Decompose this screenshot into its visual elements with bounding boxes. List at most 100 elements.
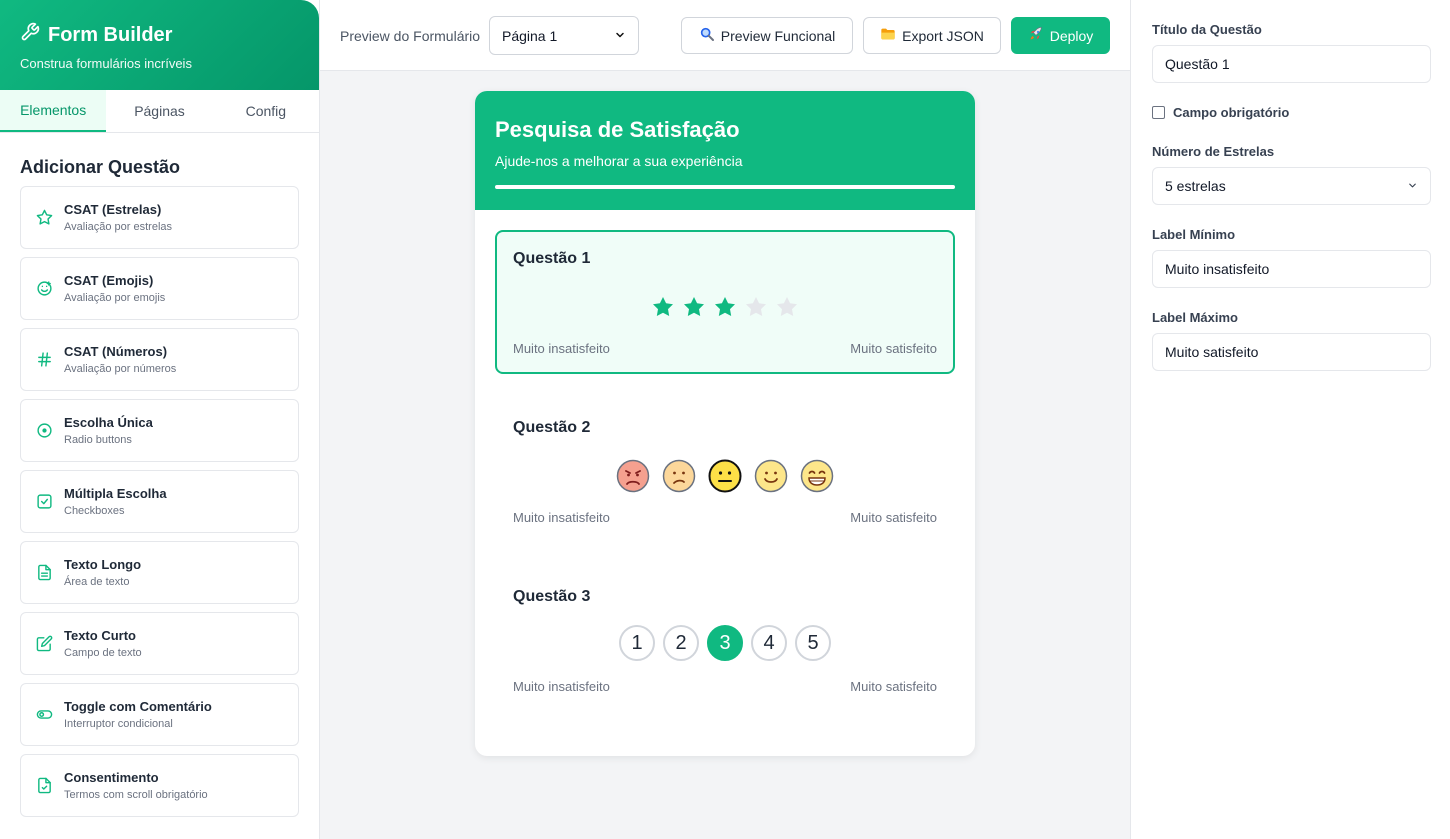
page-select-value: Página 1 (502, 27, 558, 44)
brand-title-text: Form Builder (48, 23, 173, 46)
export-json-button[interactable]: Export JSON (863, 17, 1001, 54)
element-name: Múltipla Escolha (64, 486, 167, 501)
magnifier-icon (699, 26, 715, 45)
preview-button[interactable]: Preview Funcional (681, 17, 853, 54)
happy-emoji-icon[interactable] (754, 459, 788, 493)
question-title: Questão 3 (513, 588, 591, 605)
element-consent[interactable]: Consentimento Termos com scroll obrigatór… (20, 754, 299, 817)
element-desc: Radio buttons (64, 434, 132, 446)
question-title: Questão 1 (513, 250, 591, 267)
number-option-2[interactable]: 2 (663, 625, 699, 661)
toggle-icon (35, 706, 53, 724)
rating-labels: Muito insatisfeito Muito satisfeito (513, 510, 937, 525)
sad-emoji-icon[interactable] (662, 459, 696, 493)
brand-header: Form Builder Construa formulários incrív… (0, 0, 319, 90)
number-option-1[interactable]: 1 (619, 625, 655, 661)
min-label: Muito insatisfeito (513, 510, 610, 525)
form-title: Pesquisa de Satisfação (495, 117, 740, 142)
element-multiple-choice[interactable]: Múltipla Escolha Checkboxes (20, 470, 299, 533)
rating-labels: Muito insatisfeito Muito satisfeito (513, 679, 937, 694)
brand-subtitle: Construa formulários incríveis (20, 56, 192, 71)
radio-icon (35, 422, 53, 440)
stars-count-value: 5 estrelas (1165, 178, 1226, 194)
tab-config[interactable]: Config (213, 90, 319, 132)
element-desc: Interruptor condicional (64, 718, 173, 730)
element-csat-stars[interactable]: CSAT (Estrelas) Avaliação por estrelas (20, 186, 299, 249)
form-subtitle: Ajude-nos a melhorar a sua experiência (495, 153, 743, 169)
toolbar: Preview do Formulário Página 1 Preview F… (320, 0, 1130, 71)
min-label-input[interactable]: Muito insatisfeito (1152, 250, 1431, 288)
element-desc: Área de texto (64, 576, 130, 588)
min-label-label: Label Mínimo (1152, 227, 1236, 242)
chevron-down-icon (1407, 178, 1418, 194)
element-name: Texto Longo (64, 557, 142, 572)
question-title: Questão 2 (513, 419, 591, 436)
preview-button-label: Preview Funcional (720, 27, 836, 44)
stars-count-label: Número de Estrelas (1152, 144, 1275, 159)
rating-labels: Muito insatisfeito Muito satisfeito (513, 341, 937, 356)
max-label-label: Label Máximo (1152, 310, 1238, 325)
number-option-5[interactable]: 5 (795, 625, 831, 661)
element-desc: Campo de texto (64, 647, 142, 659)
star-icon[interactable] (710, 294, 741, 320)
element-desc: Checkboxes (64, 505, 125, 517)
question-1[interactable]: Questão 1 Muito insatisfeito Muito satis… (495, 230, 955, 374)
max-label: Muito satisfeito (850, 679, 937, 694)
element-short-text[interactable]: Texto Curto Campo de texto (20, 612, 299, 675)
question-3[interactable]: Questão 3 12345 Muito insatisfeito Muito… (495, 568, 955, 712)
element-name: Escolha Única (64, 415, 153, 430)
max-label: Muito satisfeito (850, 341, 937, 356)
folder-icon (880, 26, 896, 45)
element-csat-numbers[interactable]: CSAT (Números) Avaliação por números (20, 328, 299, 391)
element-name: CSAT (Números) (64, 344, 168, 359)
element-name: Toggle com Comentário (64, 699, 212, 714)
form-header: Pesquisa de Satisfação Ajude-nos a melho… (475, 91, 975, 210)
element-name: Texto Curto (64, 628, 136, 643)
smile-icon (35, 280, 53, 298)
form-preview: Pesquisa de Satisfação Ajude-nos a melho… (475, 91, 975, 756)
star-icon (35, 209, 53, 227)
star-icon[interactable] (648, 294, 679, 320)
element-name: Consentimento (64, 770, 159, 785)
max-label: Muito satisfeito (850, 510, 937, 525)
preview-label: Preview do Formulário (340, 28, 481, 44)
star-icon[interactable] (741, 294, 772, 320)
neutral-emoji-icon[interactable] (708, 459, 742, 493)
required-field[interactable]: Campo obrigatório (1152, 105, 1289, 120)
min-label: Muito insatisfeito (513, 341, 610, 356)
element-csat-emojis[interactable]: CSAT (Emojis) Avaliação por emojis (20, 257, 299, 320)
question-2[interactable]: Questão 2 Muito insatisfeito Muito satis… (495, 399, 955, 543)
chevron-down-icon (614, 28, 626, 44)
question-title-input[interactable]: Questão 1 (1152, 45, 1431, 83)
hash-icon (35, 351, 53, 369)
sidebar: Form Builder Construa formulários incrív… (0, 0, 320, 839)
deploy-button[interactable]: Deploy (1011, 17, 1110, 54)
wrench-icon (20, 22, 40, 48)
page-select[interactable]: Página 1 (489, 16, 639, 55)
number-option-4[interactable]: 4 (751, 625, 787, 661)
element-name: CSAT (Emojis) (64, 273, 154, 288)
properties-panel: Título da Questão Questão 1 Campo obriga… (1130, 0, 1450, 839)
angry-emoji-icon[interactable] (616, 459, 650, 493)
export-button-label: Export JSON (902, 27, 984, 44)
required-label: Campo obrigatório (1173, 105, 1290, 120)
max-label-input[interactable]: Muito satisfeito (1152, 333, 1431, 371)
sidebar-tabs: Elementos Páginas Config (0, 90, 319, 133)
tab-paginas[interactable]: Páginas (106, 90, 212, 132)
element-single-choice[interactable]: Escolha Única Radio buttons (20, 399, 299, 462)
rocket-icon (1028, 26, 1044, 45)
edit-icon (35, 635, 53, 653)
required-checkbox[interactable] (1152, 106, 1165, 119)
progress-bar (495, 185, 955, 189)
grinning-emoji-icon[interactable] (800, 459, 834, 493)
document-icon (35, 564, 53, 582)
stars-count-select[interactable]: 5 estrelas (1152, 167, 1431, 205)
element-long-text[interactable]: Texto Longo Área de texto (20, 541, 299, 604)
tab-elementos[interactable]: Elementos (0, 90, 107, 132)
min-label: Muito insatisfeito (513, 679, 610, 694)
brand-title: Form Builder (20, 22, 299, 48)
star-icon[interactable] (679, 294, 710, 320)
star-icon[interactable] (772, 294, 803, 320)
number-option-3[interactable]: 3 (707, 625, 743, 661)
element-toggle-comment[interactable]: Toggle com Comentário Interruptor condici… (20, 683, 299, 746)
